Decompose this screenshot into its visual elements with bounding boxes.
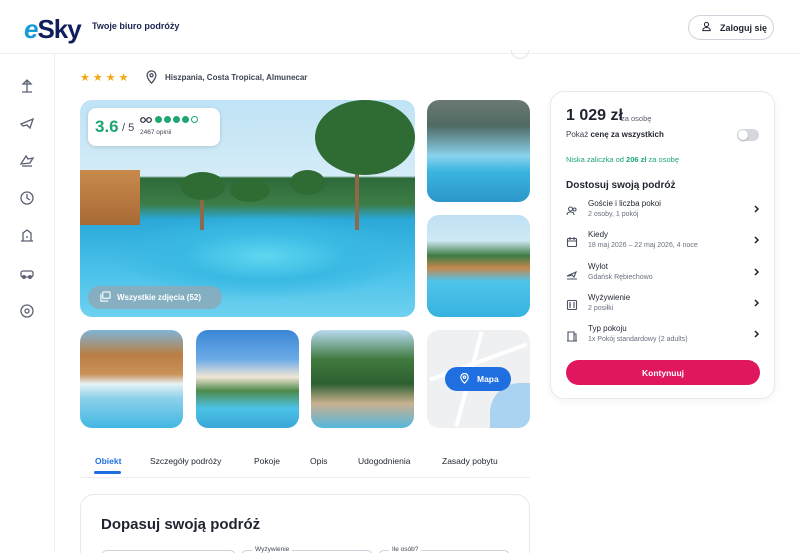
option-subtitle: 2 osoby, 1 pokój [588, 211, 639, 218]
gallery-icon [100, 291, 111, 304]
option-subtitle: 18 maj 2026 – 22 maj 2026, 4 noce [588, 242, 698, 249]
rating-score: 3.6 [95, 117, 119, 136]
palm-crown [230, 178, 270, 202]
scroll-indicator [511, 50, 529, 59]
tagline: Twoje biuro podróży [92, 21, 180, 31]
deposit-prefix: Niska zaliczka od [566, 155, 627, 164]
detail-tabs: Obiekt Szczegóły podróży Pokoje Opis Udo… [80, 448, 530, 478]
plane-icon[interactable] [19, 115, 35, 131]
guests-field-label: Ile osób? [389, 546, 422, 553]
all-photos-button[interactable]: Wszystkie zdjęcia (52) [88, 286, 222, 309]
option-dates[interactable]: Kiedy 18 maj 2026 – 22 maj 2026, 4 noce [566, 230, 761, 256]
option-guests-rooms[interactable]: Goście i liczba pokoi 2 osoby, 1 pokój [566, 199, 761, 225]
board-field-label: Wyżywienie [252, 546, 293, 553]
gallery-photo-pool-ladder[interactable] [427, 215, 530, 317]
option-title: Kiedy [588, 230, 609, 239]
customize-trip-title: Dopasuj swoją podróż [101, 516, 261, 533]
option-subtitle: 1x Pokój standardowy (2 adults) [588, 336, 688, 343]
hotel-location[interactable]: Hiszpania, Costa Tropical, Almunecar [165, 73, 307, 82]
option-room-type[interactable]: Typ pokoju 1x Pokój standardowy (2 adult… [566, 324, 761, 350]
customize-trip-card: Dopasuj swoją podróż Wyżywienie Ile osób… [80, 494, 530, 553]
option-title: Goście i liczba pokoi [588, 199, 661, 208]
rating-dot [164, 116, 171, 123]
show-total-bold: cenę za wszystkich [590, 130, 664, 139]
login-button[interactable]: Zaloguj się [688, 15, 774, 40]
rating-dot [191, 116, 198, 123]
location-pin-icon [146, 70, 157, 84]
option-title: Typ pokoju [588, 324, 627, 333]
all-photos-label: Wszystkie zdjęcia (52) [117, 293, 202, 302]
option-title: Wyżywienie [588, 293, 631, 302]
room-icon [566, 329, 578, 342]
rating-dot [173, 116, 180, 123]
option-subtitle: 2 posiłki [588, 305, 614, 312]
review-count[interactable]: 2467 opinii [140, 129, 171, 136]
hotel-icon[interactable] [19, 227, 35, 243]
chevron-right-icon [754, 268, 760, 276]
rating-dot [182, 116, 189, 123]
active-tab-indicator [94, 471, 121, 474]
show-total-prefix: Pokaż [566, 130, 591, 139]
chevron-right-icon [754, 299, 760, 307]
top-header: eSky Twoje biuro podróży Zaloguj się [0, 0, 800, 54]
show-total-price-label: Pokaż cenę za wszystkich [566, 130, 664, 139]
tab-obiekt[interactable]: Obiekt [95, 456, 121, 466]
chevron-right-icon [754, 236, 760, 244]
tab-udogodnienia[interactable]: Udogodnienia [358, 456, 410, 466]
tab-opis[interactable]: Opis [310, 456, 327, 466]
compass-icon[interactable] [19, 303, 35, 319]
palm-crown [290, 170, 325, 195]
rating-dot [155, 116, 162, 123]
option-departure[interactable]: Wylot Gdańsk Rębiechowo [566, 262, 761, 288]
booking-summary-card: 1 029 zł za osobę Pokaż cenę za wszystki… [550, 91, 775, 399]
rating-card: 3.6 / 5 2467 opinii [88, 108, 220, 146]
map-button[interactable]: Mapa [445, 367, 511, 391]
hotel-stars: ★★★★ [80, 72, 132, 84]
gallery-photo-fountain[interactable] [80, 330, 183, 428]
left-sidebar [0, 54, 55, 553]
user-icon [701, 21, 712, 34]
palm-crown [315, 100, 415, 175]
tab-zasady-pobytu[interactable]: Zasady pobytu [442, 456, 498, 466]
tripadvisor-rating-dots [155, 116, 198, 123]
tab-pokoje[interactable]: Pokoje [254, 456, 280, 466]
gallery-photo-aerial[interactable] [196, 330, 299, 428]
gallery-photo-indoor-pool[interactable] [427, 100, 530, 202]
calendar-icon [566, 235, 578, 248]
deposit-suffix: za osobę [646, 155, 679, 164]
departure-icon [566, 267, 578, 280]
continue-button[interactable]: Kontynuuj [566, 360, 760, 385]
price-per-person: za osobę [621, 114, 652, 123]
car-icon[interactable] [19, 265, 35, 281]
deposit-amount: 206 zł [626, 155, 647, 164]
guests-icon [566, 204, 578, 216]
option-board[interactable]: Wyżywienie 2 posiłki [566, 293, 761, 319]
price: 1 029 zł [566, 107, 623, 124]
beach-icon[interactable] [19, 78, 35, 94]
rating-out-of: / 5 [122, 122, 135, 134]
meal-icon [566, 298, 578, 311]
gallery-photo-garden[interactable] [311, 330, 414, 428]
chevron-right-icon [754, 330, 760, 338]
esky-logo[interactable]: eSky [24, 14, 82, 45]
deposit-info: Niska zaliczka od 206 zł za osobę [566, 155, 679, 164]
option-title: Wylot [588, 262, 608, 271]
last-minute-icon[interactable] [19, 190, 35, 206]
hotel-building [80, 170, 140, 225]
plane-hotel-icon[interactable] [19, 152, 35, 168]
palm-crown [180, 172, 225, 200]
customize-title: Dostosuj swoją podróż [566, 180, 676, 191]
option-subtitle: Gdańsk Rębiechowo [588, 274, 653, 281]
login-label: Zaloguj się [720, 22, 768, 33]
map-label: Mapa [477, 374, 499, 384]
tripadvisor-owl-icon [140, 117, 152, 123]
map-pin-icon [459, 372, 470, 386]
tab-szczegoly-podrozy[interactable]: Szczegóły podróży [150, 456, 221, 466]
chevron-right-icon [754, 205, 760, 213]
total-price-toggle[interactable] [737, 129, 759, 141]
